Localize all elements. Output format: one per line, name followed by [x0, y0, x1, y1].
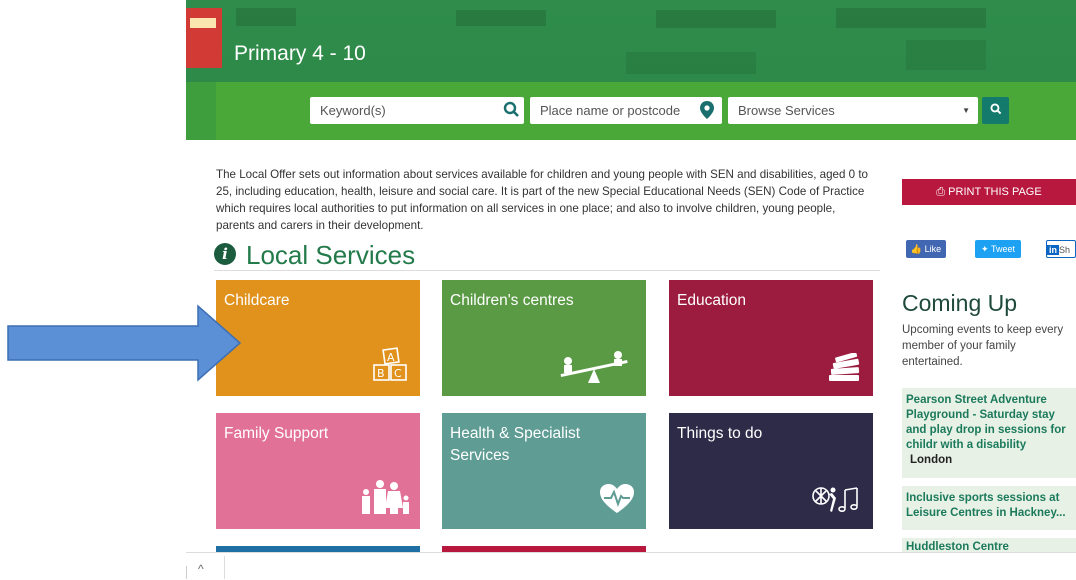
building-illustration — [456, 10, 546, 26]
bottom-bar — [186, 552, 1076, 580]
abc-blocks-icon: ABC — [370, 347, 410, 388]
intro-text: The Local Offer sets out information abo… — [216, 168, 868, 232]
building-illustration — [836, 8, 986, 28]
divider — [186, 566, 187, 579]
svg-text:C: C — [394, 367, 402, 380]
print-button[interactable]: ⎙ PRINT THIS PAGE — [902, 179, 1076, 205]
place-input[interactable]: Place name or postcode — [530, 97, 722, 124]
tweet-label: Tweet — [990, 244, 1015, 254]
annotation-arrow — [7, 304, 242, 382]
event-title[interactable]: Pearson Street Adventure Playground - Sa… — [906, 393, 1076, 453]
section-title: Local Services — [246, 240, 416, 270]
ball-music-icon — [811, 484, 863, 519]
location-pin-icon[interactable] — [698, 101, 716, 119]
tile-education[interactable]: Education — [669, 280, 873, 396]
building-illustration — [906, 40, 986, 70]
event-item[interactable]: Huddleston Centre — [902, 538, 1076, 552]
event-title[interactable]: Huddleston Centre — [906, 540, 1076, 552]
event-item[interactable]: Pearson Street Adventure Playground - Sa… — [902, 388, 1076, 478]
event-title[interactable]: Inclusive sports sessions at Leisure Cen… — [906, 491, 1076, 521]
event-item[interactable]: Inclusive sports sessions at Leisure Cen… — [902, 486, 1076, 530]
linkedin-share-button[interactable]: in Sh — [1046, 240, 1076, 258]
linkedin-label: Sh — [1059, 245, 1071, 255]
heart-rate-icon — [600, 484, 634, 519]
books-icon — [825, 352, 863, 388]
keyword-placeholder: Keyword(s) — [320, 103, 386, 118]
browse-services-label: Browse Services — [738, 103, 835, 118]
banner-illustration: Primary 4 - 10 — [186, 0, 1076, 82]
place-placeholder: Place name or postcode — [540, 103, 681, 118]
svg-text:B: B — [377, 367, 385, 380]
tile-label: Childcare — [224, 292, 290, 309]
search-button[interactable] — [982, 97, 1009, 124]
like-label: Like — [924, 244, 942, 254]
thumbs-up-icon: 👍 — [910, 244, 923, 254]
search-icon[interactable] — [502, 101, 520, 119]
tile-label: Children's centres — [450, 292, 574, 309]
twitter-icon: ✦ — [981, 244, 989, 254]
bus-illustration — [186, 8, 222, 68]
boat-illustration — [626, 52, 756, 74]
svg-text:A: A — [387, 351, 395, 364]
search-bar: Keyword(s) Place name or postcode Browse… — [216, 82, 1076, 140]
section-heading: i Local Services — [214, 240, 880, 271]
coming-up-subtitle: Upcoming events to keep every member of … — [902, 324, 1064, 368]
facebook-like-button[interactable]: 👍 Like — [906, 240, 946, 258]
tile-label: Education — [677, 292, 746, 309]
chevron-down-icon: ▼ — [962, 106, 970, 115]
tile-family-support[interactable]: Family Support — [216, 413, 420, 529]
tile-label: Health & Specialist Services — [450, 425, 581, 464]
tile-things-to-do[interactable]: Things to do — [669, 413, 873, 529]
divider — [224, 556, 225, 579]
info-icon: i — [214, 243, 236, 265]
linkedin-icon: in — [1047, 245, 1059, 255]
tile-childcare[interactable]: Childcare ABC — [216, 280, 420, 396]
event-location: London — [910, 454, 953, 466]
page-title: Primary 4 - 10 — [234, 42, 366, 65]
tile-label: Family Support — [224, 425, 329, 442]
browse-services-select[interactable]: Browse Services ▼ — [728, 97, 978, 124]
print-icon: ⎙ — [936, 186, 946, 198]
tile-childrens-centres[interactable]: Children's centres — [442, 280, 646, 396]
coming-up-heading: Coming Up — [902, 290, 1018, 316]
tile-label: Things to do — [677, 425, 763, 442]
chevron-up-icon[interactable]: ^ — [198, 562, 218, 576]
building-illustration — [236, 8, 296, 26]
print-label: PRINT THIS PAGE — [948, 186, 1042, 198]
family-icon — [358, 478, 410, 521]
tweet-button[interactable]: ✦ Tweet — [975, 240, 1021, 258]
search-icon — [989, 103, 1001, 115]
building-illustration — [656, 10, 776, 28]
seesaw-icon — [556, 349, 632, 390]
keyword-input[interactable]: Keyword(s) — [310, 97, 524, 124]
tile-health-specialist-services[interactable]: Health & Specialist Services — [442, 413, 646, 529]
